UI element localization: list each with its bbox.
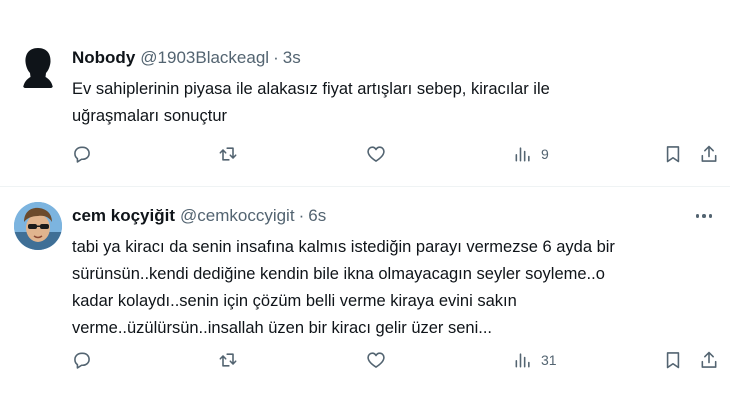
tweet-text: tabi ya kiracı da senin insafına kalmıs … (72, 238, 615, 337)
tweet-body: cem koçyiğit @cemkoccyigit · 6s tabi ya … (72, 204, 710, 342)
reply-icon (74, 146, 90, 163)
more-options-button[interactable] (690, 204, 718, 228)
tweet-actions: 31 (0, 346, 730, 374)
bookmark-icon (666, 146, 680, 163)
share-button[interactable] (699, 346, 719, 374)
views-icon (515, 147, 530, 162)
silhouette-avatar-icon (23, 48, 53, 88)
like-button[interactable] (366, 346, 386, 374)
views-icon (515, 353, 530, 368)
timestamp[interactable]: 3s (283, 48, 301, 68)
heart-icon (367, 352, 385, 368)
views-count: 9 (541, 146, 549, 162)
tweet-body: Nobody @1903Blackeagl · 3s Ev sahiplerin… (72, 46, 710, 130)
separator-dot: · (273, 48, 279, 67)
more-icon (695, 214, 700, 218)
bookmark-button[interactable] (663, 346, 683, 374)
avatar[interactable] (14, 44, 62, 92)
retweet-button[interactable] (218, 346, 238, 374)
retweet-icon (219, 353, 237, 367)
tweet[interactable]: cem koçyiğit @cemkoccyigit · 6s tabi ya … (0, 188, 730, 420)
tweet-actions: 9 (0, 140, 730, 168)
share-icon (701, 145, 717, 162)
user-handle[interactable]: @1903Blackeagl (140, 48, 269, 68)
photo-avatar-icon (14, 202, 62, 250)
timestamp[interactable]: 6s (308, 206, 326, 226)
bookmark-button[interactable] (663, 140, 683, 168)
share-icon (701, 351, 717, 368)
tweet-header: Nobody @1903Blackeagl · 3s (72, 46, 710, 70)
reply-button[interactable] (72, 346, 92, 374)
reply-button[interactable] (72, 140, 92, 168)
views-count: 31 (541, 352, 557, 368)
more-icon-dot (702, 214, 706, 218)
views-button[interactable]: 9 (513, 140, 549, 168)
tweet-header: cem koçyiğit @cemkoccyigit · 6s (72, 204, 710, 228)
more-icon-dot (708, 214, 713, 218)
display-name[interactable]: cem koçyiğit (72, 206, 175, 226)
display-name[interactable]: Nobody (72, 48, 135, 68)
user-handle[interactable]: @cemkoccyigit (180, 206, 295, 226)
retweet-button[interactable] (218, 140, 238, 168)
like-button[interactable] (366, 140, 386, 168)
separator-dot: · (298, 206, 305, 225)
avatar[interactable] (14, 202, 62, 250)
heart-icon (367, 146, 385, 162)
reply-icon (74, 352, 90, 369)
bookmark-icon (666, 352, 680, 369)
retweet-icon (219, 147, 237, 161)
tweet-text: Ev sahiplerinin piyasa ile alakasız fiya… (72, 80, 550, 125)
tweet[interactable]: Nobody @1903Blackeagl · 3s Ev sahiplerin… (0, 0, 730, 187)
share-button[interactable] (699, 140, 719, 168)
views-button[interactable]: 31 (513, 346, 557, 374)
